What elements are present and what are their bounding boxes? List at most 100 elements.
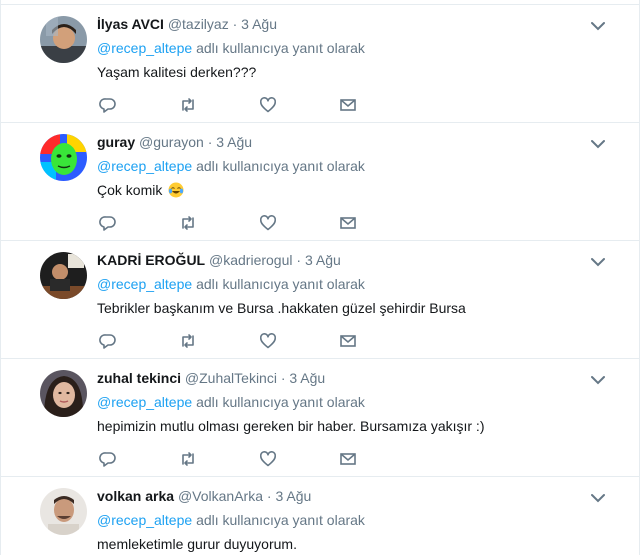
tweet-actions xyxy=(99,332,369,352)
mention-link[interactable]: @recep_altepe xyxy=(97,512,192,528)
tweet-header: guray @gurayon · 3 Ağu xyxy=(97,133,609,152)
like-button[interactable] xyxy=(259,96,279,116)
chevron-down-icon[interactable] xyxy=(591,139,605,149)
reply-button[interactable] xyxy=(99,450,119,470)
chevron-down-icon[interactable] xyxy=(591,21,605,31)
separator-dot: · xyxy=(280,370,286,386)
author-username[interactable]: @tazilyaz xyxy=(168,16,229,32)
retweet-icon xyxy=(182,452,194,466)
tweet-header: KADRİ EROĞUL @kadrierogul · 3 Ağu xyxy=(97,251,609,270)
like-icon xyxy=(259,451,277,467)
like-icon xyxy=(259,333,277,349)
author-username[interactable]: @VolkanArka xyxy=(178,488,263,504)
avatar-image xyxy=(40,252,87,299)
mention-link[interactable]: @recep_altepe xyxy=(97,394,192,410)
reply-context: @recep_altepe adlı kullanıcıya yanıt ola… xyxy=(97,393,609,412)
tweet-item[interactable]: volkan arka @VolkanArka · 3 Ağu @recep_a… xyxy=(1,476,639,555)
tweet-actions xyxy=(99,214,369,234)
tweet-timestamp[interactable]: 3 Ağu xyxy=(216,134,252,150)
tweet-text: Çok komik xyxy=(97,182,163,198)
tweet-text: memleketimle gurur duyuyorum. xyxy=(97,536,297,552)
reply-icon xyxy=(99,452,116,467)
tweet-header: zuhal tekinci @ZuhalTekinci · 3 Ağu xyxy=(97,369,609,388)
tweet-item[interactable]: guray @gurayon · 3 Ağu @recep_altepe adl… xyxy=(1,122,639,240)
mention-link[interactable]: @recep_altepe xyxy=(97,158,192,174)
author-fullname[interactable]: İlyas AVCI xyxy=(97,16,164,32)
chevron-down-icon[interactable] xyxy=(591,493,605,503)
tweet-header: volkan arka @VolkanArka · 3 Ağu xyxy=(97,487,609,506)
retweet-button[interactable] xyxy=(179,214,199,234)
direct-message-button[interactable] xyxy=(339,332,359,352)
reply-context-label: adlı kullanıcıya yanıt olarak xyxy=(196,276,365,292)
reply-icon xyxy=(99,216,116,231)
tweet-item[interactable]: zuhal tekinci @ZuhalTekinci · 3 Ağu @rec… xyxy=(1,358,639,476)
tweet-text: hepimizin mutlu olması gereken bir haber… xyxy=(97,418,485,434)
retweet-icon xyxy=(182,334,194,348)
separator-dot: · xyxy=(266,488,272,504)
avatar[interactable] xyxy=(40,16,87,63)
author-username[interactable]: @kadrierogul xyxy=(209,252,292,268)
reply-icon xyxy=(99,334,116,349)
like-button[interactable] xyxy=(259,214,279,234)
chevron-down-icon[interactable] xyxy=(591,375,605,385)
avatar[interactable] xyxy=(40,488,87,535)
retweet-icon xyxy=(182,216,194,230)
reply-context: @recep_altepe adlı kullanıcıya yanıt ola… xyxy=(97,39,609,58)
reply-button[interactable] xyxy=(99,332,119,352)
tweet-item[interactable]: İlyas AVCI @tazilyaz · 3 Ağu @recep_alte… xyxy=(1,4,639,122)
author-fullname[interactable]: KADRİ EROĞUL xyxy=(97,252,205,268)
avatar[interactable] xyxy=(40,370,87,417)
retweet-button[interactable] xyxy=(179,332,199,352)
direct-message-button[interactable] xyxy=(339,214,359,234)
author-fullname[interactable]: volkan arka xyxy=(97,488,174,504)
tweet-item[interactable]: KADRİ EROĞUL @kadrierogul · 3 Ağu @recep… xyxy=(1,240,639,358)
avatar[interactable] xyxy=(40,134,87,181)
avatar-image xyxy=(40,488,87,535)
separator-dot: · xyxy=(296,252,302,268)
avatar-image xyxy=(40,370,87,417)
separator-dot: · xyxy=(232,16,238,32)
reply-context-label: adlı kullanıcıya yanıt olarak xyxy=(196,40,365,56)
retweet-icon xyxy=(182,98,194,112)
face-with-tears-of-joy-icon xyxy=(168,182,184,198)
tweet-timestamp[interactable]: 3 Ağu xyxy=(305,252,341,268)
like-button[interactable] xyxy=(259,450,279,470)
tweet-text-line: Çok komik xyxy=(97,181,609,200)
direct-message-button[interactable] xyxy=(339,450,359,470)
retweet-button[interactable] xyxy=(179,96,199,116)
author-fullname[interactable]: guray xyxy=(97,134,135,150)
timeline-right-border xyxy=(639,0,640,555)
direct-message-icon xyxy=(340,99,356,111)
reply-context: @recep_altepe adlı kullanıcıya yanıt ola… xyxy=(97,275,609,294)
reply-context: @recep_altepe adlı kullanıcıya yanıt ola… xyxy=(97,157,609,176)
separator-dot: · xyxy=(207,134,213,150)
author-fullname[interactable]: zuhal tekinci xyxy=(97,370,181,386)
reply-context-label: adlı kullanıcıya yanıt olarak xyxy=(196,394,365,410)
tweet-header: İlyas AVCI @tazilyaz · 3 Ağu xyxy=(97,15,609,34)
direct-message-button[interactable] xyxy=(339,96,359,116)
reply-button[interactable] xyxy=(99,96,119,116)
mention-link[interactable]: @recep_altepe xyxy=(97,40,192,56)
like-icon xyxy=(259,97,277,113)
mention-link[interactable]: @recep_altepe xyxy=(97,276,192,292)
tweet-actions xyxy=(99,96,369,116)
tweet-timestamp[interactable]: 3 Ağu xyxy=(289,370,325,386)
author-username[interactable]: @ZuhalTekinci xyxy=(185,370,277,386)
retweet-button[interactable] xyxy=(179,450,199,470)
reply-context-label: adlı kullanıcıya yanıt olarak xyxy=(196,158,365,174)
tweet-text: Tebrikler başkanım ve Bursa .hakkaten gü… xyxy=(97,300,466,316)
reply-button[interactable] xyxy=(99,214,119,234)
reply-timeline: İlyas AVCI @tazilyaz · 3 Ağu @recep_alte… xyxy=(0,0,641,555)
reply-icon xyxy=(99,98,116,113)
reply-context-label: adlı kullanıcıya yanıt olarak xyxy=(196,512,365,528)
like-icon xyxy=(259,215,277,231)
like-button[interactable] xyxy=(259,332,279,352)
tweet-timestamp[interactable]: 3 Ağu xyxy=(241,16,277,32)
tweet-timestamp[interactable]: 3 Ağu xyxy=(275,488,311,504)
avatar[interactable] xyxy=(40,252,87,299)
author-username[interactable]: @gurayon xyxy=(139,134,204,150)
chevron-down-icon[interactable] xyxy=(591,257,605,267)
avatar-image xyxy=(40,134,87,181)
tweet-actions xyxy=(99,450,369,470)
direct-message-icon xyxy=(340,335,356,347)
